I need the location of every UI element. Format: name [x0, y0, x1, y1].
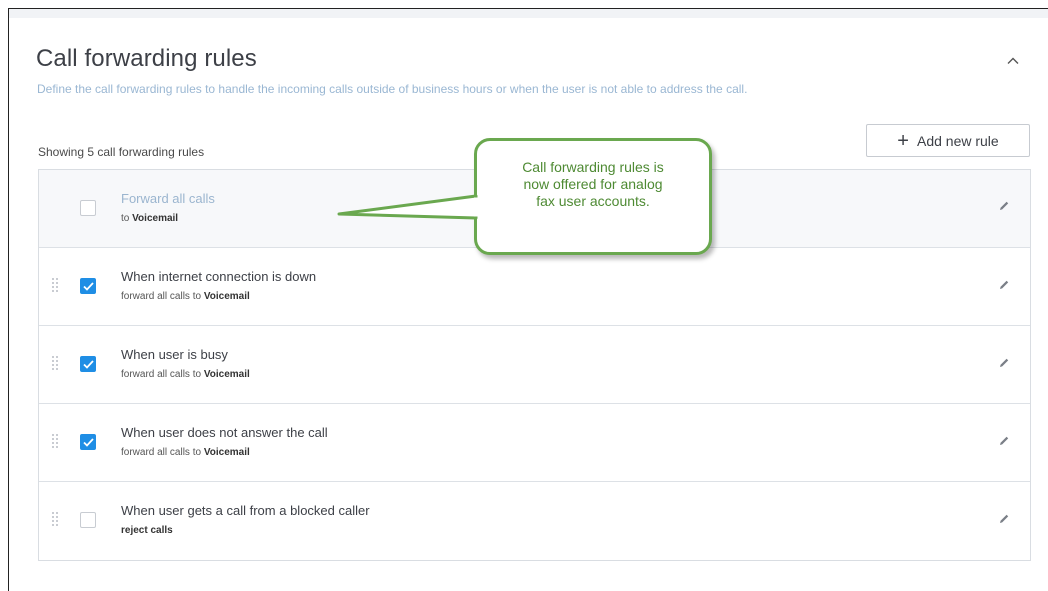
drag-handle-icon[interactable] [52, 434, 61, 452]
rule-title: Forward all calls [121, 191, 215, 206]
collapse-chevron-up-icon[interactable] [1006, 54, 1020, 68]
rule-row-internet-down[interactable]: When internet connection is down forward… [39, 248, 1030, 326]
rule-subtitle-target: Voicemail [132, 213, 179, 224]
rule-subtitle: forward all calls to Voicemail [121, 369, 250, 380]
rule-checkbox[interactable] [80, 356, 96, 372]
rule-title: When user is busy [121, 347, 228, 362]
rule-title: When user does not answer the call [121, 425, 328, 440]
rule-subtitle-prefix: to [121, 213, 133, 224]
edit-pencil-icon[interactable] [997, 512, 1011, 526]
rule-checkbox[interactable] [80, 278, 96, 294]
rule-subtitle-target: reject calls [121, 525, 173, 536]
rule-subtitle-prefix: forward all calls to [121, 291, 204, 302]
rule-subtitle-prefix: forward all calls to [121, 369, 204, 380]
rule-checkbox[interactable] [80, 434, 96, 450]
rule-row-blocked-caller[interactable]: When user gets a call from a blocked cal… [39, 482, 1030, 560]
callout-text: Call forwarding rules is now offered for… [474, 159, 712, 210]
rule-subtitle-prefix: forward all calls to [121, 447, 204, 458]
rule-checkbox[interactable] [80, 200, 96, 216]
add-new-rule-button[interactable]: + Add new rule [866, 124, 1030, 157]
rule-subtitle-target: Voicemail [203, 447, 250, 458]
rule-subtitle: forward all calls to Voicemail [121, 291, 250, 302]
drag-handle-icon[interactable] [52, 278, 61, 296]
edit-pencil-icon[interactable] [997, 199, 1011, 213]
edit-pencil-icon[interactable] [997, 356, 1011, 370]
drag-handle-icon[interactable] [52, 356, 61, 374]
plus-icon: + [897, 129, 909, 152]
rule-row-user-busy[interactable]: When user is busy forward all calls to V… [39, 326, 1030, 404]
rule-subtitle-target: Voicemail [203, 291, 250, 302]
callout-line-3: fax user accounts. [536, 193, 650, 209]
drag-handle-icon[interactable] [52, 512, 61, 530]
rule-subtitle: to Voicemail [121, 213, 178, 224]
page-subtitle: Define the call forwarding rules to hand… [37, 82, 748, 96]
rules-count-text: Showing 5 call forwarding rules [38, 145, 205, 159]
rule-title: When user gets a call from a blocked cal… [121, 503, 370, 518]
rule-subtitle: reject calls [121, 525, 173, 536]
rule-checkbox[interactable] [80, 512, 96, 528]
rule-title: When internet connection is down [121, 269, 317, 284]
page-title: Call forwarding rules [36, 45, 257, 72]
rule-row-no-answer[interactable]: When user does not answer the call forwa… [39, 404, 1030, 482]
edit-pencil-icon[interactable] [997, 434, 1011, 448]
callout-line-1: Call forwarding rules is [522, 159, 664, 175]
callout-line-2: now offered for analog [523, 176, 663, 192]
edit-pencil-icon[interactable] [997, 278, 1011, 292]
top-strip [9, 9, 1048, 18]
rule-subtitle-target: Voicemail [203, 369, 250, 380]
add-new-rule-label: Add new rule [916, 132, 999, 149]
rule-subtitle: forward all calls to Voicemail [121, 447, 250, 458]
